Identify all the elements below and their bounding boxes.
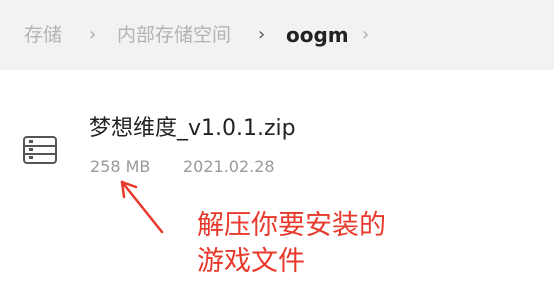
chevron-right-icon: ›: [258, 24, 266, 45]
chevron-right-icon: ›: [89, 24, 97, 45]
file-date: 2021.02.28: [183, 157, 275, 176]
breadcrumb-item-internal-storage[interactable]: 内部存储空间: [117, 20, 231, 50]
annotation-line-1: 解压你要安装的: [197, 210, 386, 241]
annotation-text: 解压你要安装的 游戏文件: [197, 208, 457, 280]
breadcrumb-item-oogm[interactable]: oogm: [286, 20, 349, 50]
annotation-line-2: 游戏文件: [197, 246, 305, 277]
file-name: 梦想维度_v1.0.1.zip: [89, 116, 296, 141]
chevron-right-icon: ›: [362, 24, 370, 45]
breadcrumb: 存储 › 内部存储空间 › oogm ›: [0, 0, 554, 70]
breadcrumb-item-storage[interactable]: 存储: [24, 20, 62, 50]
annotation-arrow-icon: [120, 180, 164, 234]
archive-file-icon: [23, 136, 57, 164]
